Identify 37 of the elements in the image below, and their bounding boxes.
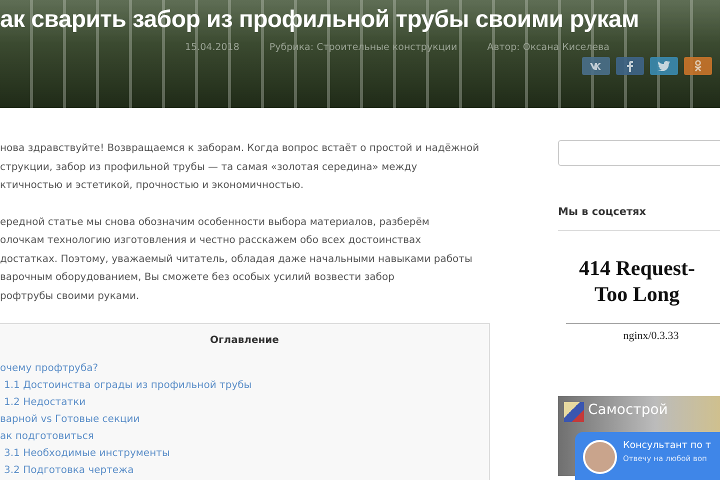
paragraph-line: струкции, забор из профильной трубы — та самая «золотая середина» между xyxy=(0,160,418,174)
paragraph-line: нова здравствуйте! Возвращаемся к заборам. Когда вопрос встаёт о простой и надёжной xyxy=(0,142,480,156)
meta-text: Автор: Оксана Киселева xyxy=(487,42,610,53)
paragraph-line: ктичностью и эстетикой, прочностью и экономичностью. xyxy=(0,179,304,193)
share-button[interactable] xyxy=(650,57,678,75)
bird-icon xyxy=(658,61,670,71)
facebook-icon xyxy=(627,60,633,72)
toc-link[interactable]: 3.2 Подготовка чертежа xyxy=(4,462,134,479)
article-title: ак сварить забор из профильной трубы своими рукам xyxy=(0,6,639,34)
toc-link[interactable]: очему профтруба? xyxy=(0,360,98,377)
paragraph-line: ередной статье мы снова обозначим особенности выбора материалов, разберём xyxy=(0,216,430,230)
share-button[interactable] xyxy=(582,57,610,75)
chat-title: Консультант по т xyxy=(623,440,711,451)
group-name[interactable]: Самострой xyxy=(588,402,668,418)
paragraph-line: варочным оборудованием, Вы сможете без особых усилий возвести забор xyxy=(0,271,394,285)
paragraph-line: достатках. Поэтому, уважаемый читатель, обладая даже начальными навыками работы xyxy=(0,252,472,266)
search-field[interactable] xyxy=(558,140,720,166)
error-heading: 414 Request- xyxy=(578,255,696,281)
person-icon xyxy=(694,60,702,72)
widget-heading: Мы в соцсетях xyxy=(558,206,720,231)
toc-link[interactable]: 1.1 Достоинства ограды из профильной трубы xyxy=(4,377,252,394)
avatar-icon xyxy=(583,440,617,474)
share-button[interactable] xyxy=(616,57,644,75)
paragraph-line: олочкам технологию изготовления и честно расскажем обо всех достоинствах xyxy=(0,234,422,248)
toc-title: Оглавление xyxy=(209,334,280,348)
toc-link[interactable]: 3.1 Необходимые инструменты xyxy=(4,445,170,462)
meta-text: 15.04.2018 xyxy=(185,42,240,53)
group-logo-icon xyxy=(564,402,584,422)
share-button[interactable] xyxy=(684,57,712,75)
error-heading: Too Long xyxy=(593,281,680,307)
toc-link[interactable]: ак подготовиться xyxy=(0,428,94,445)
toc-link[interactable]: варной vs Готовые секции xyxy=(0,411,140,428)
paragraph-line: рофтрубы своими руками. xyxy=(0,290,140,304)
server-text: nginx/0.3.33 xyxy=(622,330,680,342)
vk-icon xyxy=(590,62,602,70)
toc-link[interactable]: 1.2 Недостатки xyxy=(4,394,86,411)
meta-text: Рубрика: Строительные конструкции xyxy=(269,42,458,53)
